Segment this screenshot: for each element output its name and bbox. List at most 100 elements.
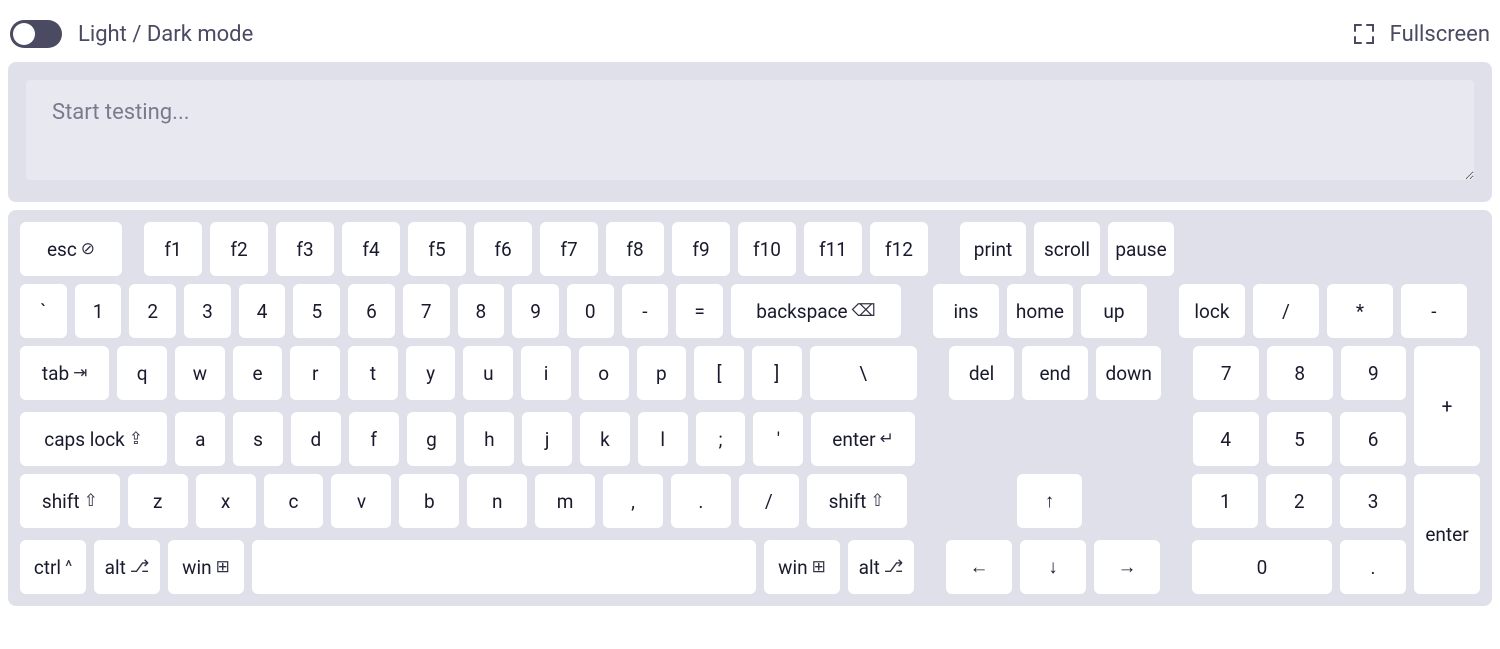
key-8[interactable]: 8 [458,284,505,338]
key-q[interactable]: q [117,346,167,400]
key-x[interactable]: x [196,474,256,528]
key-f9[interactable]: f9 [672,222,730,276]
key-num-6[interactable]: 6 [1340,412,1406,466]
key-shift-left[interactable]: shift⇧ [20,474,120,528]
key-n[interactable]: n [467,474,527,528]
key-f2[interactable]: f2 [210,222,268,276]
key-backtick[interactable]: ` [20,284,67,338]
key-f3[interactable]: f3 [276,222,334,276]
key-f11[interactable]: f11 [804,222,862,276]
key-o[interactable]: o [579,346,629,400]
key-enter[interactable]: enter↵ [811,412,915,466]
key-l[interactable]: l [638,412,688,466]
key-backslash[interactable]: \ [810,346,917,400]
key-f8[interactable]: f8 [606,222,664,276]
key-arrow-up[interactable]: ↑ [1017,474,1083,528]
key-pause[interactable]: pause [1108,222,1174,276]
key-ctrl-left[interactable]: ctrl^ [20,540,86,594]
key-f7[interactable]: f7 [540,222,598,276]
key-page-down[interactable]: down [1096,346,1162,400]
key-k[interactable]: k [580,412,630,466]
key-f4[interactable]: f4 [342,222,400,276]
key-arrow-down[interactable]: ↓ [1020,540,1086,594]
key-r[interactable]: r [290,346,340,400]
key-caps-lock[interactable]: caps lock⇪ [20,412,167,466]
key-delete[interactable]: del [949,346,1015,400]
key-f5[interactable]: f5 [408,222,466,276]
key-u[interactable]: u [463,346,513,400]
key-num-7[interactable]: 7 [1193,346,1259,400]
key-num-1[interactable]: 1 [1192,474,1258,528]
key-7[interactable]: 7 [403,284,450,338]
key-left-bracket[interactable]: [ [694,346,744,400]
key-5[interactable]: 5 [293,284,340,338]
key-s[interactable]: s [233,412,283,466]
key-9[interactable]: 9 [512,284,559,338]
key-comma[interactable]: , [603,474,663,528]
key-num-decimal[interactable]: . [1340,540,1406,594]
key-num-divide[interactable]: / [1253,284,1319,338]
key-scroll[interactable]: scroll [1034,222,1100,276]
key-num-4[interactable]: 4 [1193,412,1259,466]
key-w[interactable]: w [175,346,225,400]
key-d[interactable]: d [291,412,341,466]
key-insert[interactable]: ins [933,284,999,338]
key-page-up[interactable]: up [1081,284,1147,338]
key-h[interactable]: h [464,412,514,466]
key-win-right[interactable]: win⊞ [764,540,840,594]
key-right-bracket[interactable]: ] [752,346,802,400]
key-num-5[interactable]: 5 [1267,412,1333,466]
key-f[interactable]: f [349,412,399,466]
key-backspace[interactable]: backspace⌫ [731,284,901,338]
key-4[interactable]: 4 [239,284,286,338]
key-f1[interactable]: f1 [144,222,202,276]
key-period[interactable]: . [671,474,731,528]
key-equals[interactable]: = [676,284,723,338]
key-t[interactable]: t [348,346,398,400]
key-slash[interactable]: / [739,474,799,528]
key-f12[interactable]: f12 [870,222,928,276]
key-j[interactable]: j [522,412,572,466]
key-e[interactable]: e [233,346,283,400]
key-p[interactable]: p [637,346,687,400]
key-a[interactable]: a [175,412,225,466]
key-num-2[interactable]: 2 [1266,474,1332,528]
key-m[interactable]: m [535,474,595,528]
key-num-minus[interactable]: - [1401,284,1467,338]
key-minus[interactable]: - [622,284,669,338]
key-c[interactable]: c [264,474,324,528]
key-6[interactable]: 6 [348,284,395,338]
key-end[interactable]: end [1022,346,1088,400]
key-v[interactable]: v [331,474,391,528]
key-home[interactable]: home [1007,284,1073,338]
key-z[interactable]: z [128,474,188,528]
key-semicolon[interactable]: ; [696,412,746,466]
key-y[interactable]: y [406,346,456,400]
key-0[interactable]: 0 [567,284,614,338]
key-num-multiply[interactable]: * [1327,284,1393,338]
key-num-lock[interactable]: lock [1179,284,1245,338]
key-print[interactable]: print [960,222,1026,276]
fullscreen-button[interactable]: Fullscreen [1352,22,1490,47]
key-f6[interactable]: f6 [474,222,532,276]
key-tab[interactable]: tab⇥ [20,346,109,400]
test-input[interactable] [26,80,1474,180]
key-shift-right[interactable]: shift⇧ [807,474,907,528]
key-arrow-right[interactable]: → [1094,540,1160,594]
key-arrow-left[interactable]: ← [946,540,1012,594]
key-i[interactable]: i [521,346,571,400]
key-3[interactable]: 3 [184,284,231,338]
key-alt-left[interactable]: alt⎇ [94,540,160,594]
key-b[interactable]: b [399,474,459,528]
key-win-left[interactable]: win⊞ [168,540,244,594]
key-esc[interactable]: esc⊘ [20,222,122,276]
key-2[interactable]: 2 [129,284,176,338]
theme-toggle[interactable] [10,20,62,48]
key-num-9[interactable]: 9 [1341,346,1407,400]
key-g[interactable]: g [407,412,457,466]
key-alt-right[interactable]: alt⎇ [848,540,914,594]
key-1[interactable]: 1 [75,284,122,338]
key-num-8[interactable]: 8 [1267,346,1333,400]
key-quote[interactable]: ' [753,412,803,466]
key-f10[interactable]: f10 [738,222,796,276]
